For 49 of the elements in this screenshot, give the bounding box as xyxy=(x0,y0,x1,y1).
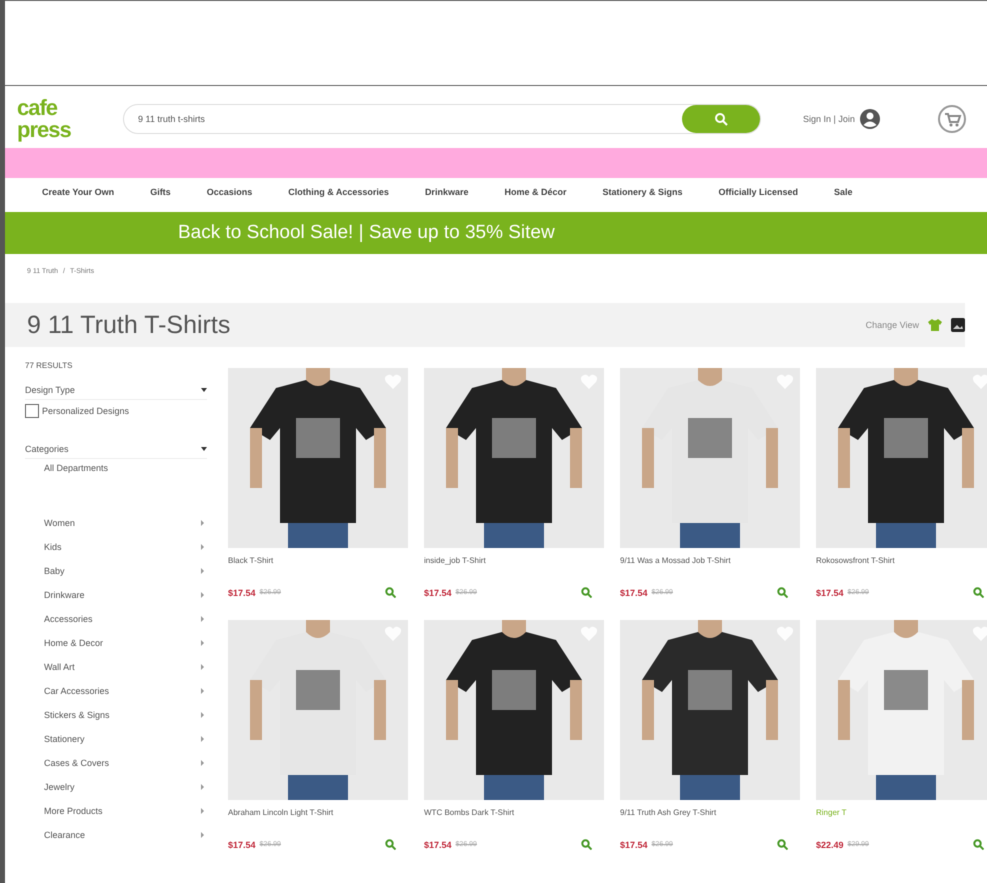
sale-price: $22.49 xyxy=(816,840,844,850)
change-view-label: Change View xyxy=(866,320,919,330)
category-link[interactable]: More Products xyxy=(25,799,207,823)
results-count: 77 RESULTS xyxy=(25,361,74,370)
sale-price: $17.54 xyxy=(424,840,452,850)
sale-price: $17.54 xyxy=(620,840,648,850)
product-name[interactable]: 9/11 Was a Mossad Job T-Shirt xyxy=(620,556,800,570)
category-link[interactable]: Accessories xyxy=(25,607,207,631)
category-link[interactable]: All Departments xyxy=(25,463,207,473)
nav-link[interactable]: Home & Décor xyxy=(504,187,566,197)
product-name[interactable]: Abraham Lincoln Light T-Shirt xyxy=(228,808,408,822)
category-link[interactable]: Wall Art xyxy=(25,655,207,679)
category-link[interactable]: Stickers & Signs xyxy=(25,703,207,727)
filter-header[interactable]: Design Type xyxy=(25,384,207,400)
sale-price: $17.54 xyxy=(228,840,256,850)
category-link[interactable]: Clearance xyxy=(25,823,207,847)
category-link[interactable]: Jewelry xyxy=(25,775,207,799)
sale-price: $17.54 xyxy=(620,588,648,598)
sale-price: $17.54 xyxy=(228,588,256,598)
nav-link[interactable]: Clothing & Accessories xyxy=(288,187,389,197)
search-field[interactable]: 9 11 truth t-shirts xyxy=(124,113,682,125)
nav-link[interactable]: Occasions xyxy=(206,187,252,197)
nav-link[interactable]: Drinkware xyxy=(424,187,468,197)
category-link[interactable]: Stationery xyxy=(25,727,207,751)
nav-link[interactable]: Sale xyxy=(834,187,853,197)
sale-price: $17.54 xyxy=(816,588,844,598)
category-link[interactable]: Baby xyxy=(25,559,207,583)
nav-link[interactable]: Stationery & Signs xyxy=(602,187,682,197)
nav-link[interactable]: Officially Licensed xyxy=(718,187,798,197)
category-link[interactable]: Home & Decor xyxy=(25,631,207,655)
product-name[interactable]: WTC Bombs Dark T-Shirt xyxy=(424,808,604,822)
product-name[interactable]: Rokosowsfront T-Shirt xyxy=(816,556,987,570)
product-name[interactable]: Black T-Shirt xyxy=(228,556,408,570)
nav-link[interactable]: Gifts xyxy=(150,187,171,197)
category-link[interactable]: Kids xyxy=(25,535,207,559)
banner-text: Back to School Sale! | Save up to 35% Sitew xyxy=(178,222,555,244)
sign-in-link[interactable]: Sign In | Join xyxy=(803,114,855,124)
page-title: 9 11 Truth T-Shirts xyxy=(27,310,232,340)
nav-link[interactable]: Create Your Own xyxy=(42,187,114,197)
filter-checkbox[interactable]: Personalized Designs xyxy=(25,404,207,418)
category-link[interactable]: Women xyxy=(25,511,207,535)
product-name[interactable]: inside_job T-Shirt xyxy=(424,556,604,570)
filter-header[interactable]: Categories xyxy=(25,443,207,459)
category-link[interactable]: Drinkware xyxy=(25,583,207,607)
search-bar[interactable]: 9 11 truth t-shirts xyxy=(123,104,761,134)
category-link[interactable]: Cases & Covers xyxy=(25,751,207,775)
sale-price: $17.54 xyxy=(424,588,452,598)
product-name[interactable]: 9/11 Truth Ash Grey T-Shirt xyxy=(620,808,800,822)
category-link[interactable]: Car Accessories xyxy=(25,679,207,703)
